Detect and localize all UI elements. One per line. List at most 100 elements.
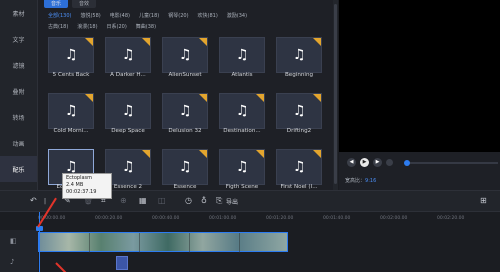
stop-button[interactable]	[386, 159, 393, 166]
music-note-icon: ♫	[122, 159, 135, 175]
timeline-tick-label: 00:02:00.00	[380, 216, 408, 221]
track-title: Deep Space	[111, 128, 145, 134]
tooltip-title: Ectoplasm	[66, 175, 93, 181]
category-happy[interactable]: 欢快(81)	[198, 12, 218, 19]
track-title: A Darker H...	[110, 72, 146, 78]
split-icon[interactable]: |	[44, 197, 46, 207]
sidebar-item-music[interactable]: 配乐	[0, 156, 37, 182]
music-note-icon: ♫	[236, 103, 249, 119]
category-dance[interactable]: 舞曲(38)	[136, 23, 156, 30]
sidebar-item-overlays[interactable]: 叠附	[0, 78, 37, 104]
category-filter-row-2: 古典(18) 浪漫(18) 日系(20) 舞曲(38)	[48, 23, 156, 30]
premium-badge-icon	[256, 94, 264, 102]
category-piano[interactable]: 钢琴(20)	[168, 12, 188, 19]
export-icon[interactable]: ⎘	[216, 196, 222, 206]
timeline-tick-label: 00:01:00.00	[209, 216, 237, 221]
sidebar-item-transitions[interactable]: 转场	[0, 104, 37, 130]
freeze-icon[interactable]: ◫	[158, 196, 166, 206]
video-track-icon[interactable]: ◧	[10, 237, 17, 245]
track-thumbnail[interactable]: ♫	[276, 149, 322, 185]
music-note-icon: ♫	[236, 47, 249, 63]
premium-badge-icon	[313, 38, 321, 46]
library-tabs: 音乐 音效	[44, 0, 97, 8]
music-note-icon: ♫	[293, 103, 306, 119]
aspect-ratio-caption: 宽高比：	[345, 178, 366, 184]
track-thumbnail[interactable]: ♫	[105, 37, 151, 73]
track-thumbnail[interactable]: ♫	[162, 149, 208, 185]
category-japanese[interactable]: 日系(20)	[107, 23, 127, 30]
export-button[interactable]: 导出	[226, 197, 238, 206]
track-thumbnail[interactable]: ♫	[162, 37, 208, 73]
track-thumbnail[interactable]: ♫	[276, 37, 322, 73]
track-thumbnail[interactable]: ♫	[276, 93, 322, 129]
track-title: 5 Cents Back	[52, 72, 90, 78]
audio-clip[interactable]	[116, 256, 128, 270]
track-title: Drifting2	[286, 128, 312, 134]
timeline-tick-label: 00:00:40.00	[152, 216, 180, 221]
premium-badge-icon	[85, 38, 93, 46]
category-classical[interactable]: 古典(18)	[48, 23, 68, 30]
library-scrollbar-thumb[interactable]	[334, 4, 337, 184]
duration-icon[interactable]: ◷	[185, 196, 192, 206]
play-button[interactable]: ▶	[360, 158, 369, 167]
category-movie[interactable]: 电影(48)	[110, 12, 130, 19]
video-track-header: ◧	[0, 230, 38, 254]
microphone-icon[interactable]: ♁	[201, 196, 207, 206]
track-thumbnail[interactable]: ♫	[48, 37, 94, 73]
preview-progress-track[interactable]	[405, 162, 498, 164]
video-editor-window: 素材 文字 滤镜 叠附 转场 动画 配乐 音乐 音效 全部(130) 悠悦(58…	[0, 0, 500, 272]
track-thumbnail[interactable]: ♫	[48, 93, 94, 129]
track-thumbnail[interactable]: ♫	[105, 93, 151, 129]
video-preview	[339, 0, 500, 152]
music-note-icon: ♫	[65, 103, 78, 119]
category-relaxing[interactable]: 悠悦(58)	[80, 12, 100, 19]
premium-badge-icon	[313, 150, 321, 158]
track-tooltip: Ectoplasm 2.4 MB 00:02:37.19	[62, 173, 112, 199]
premium-badge-icon	[256, 150, 264, 158]
undo-icon[interactable]: ↶	[30, 196, 37, 206]
zoom-slider-icon[interactable]: ⊞	[480, 196, 487, 206]
music-note-icon: ♫	[65, 159, 78, 175]
aspect-ratio-value[interactable]: 9:16	[365, 178, 376, 184]
previous-frame-button[interactable]: ◀	[347, 158, 356, 167]
sidebar-item-filters[interactable]: 滤镜	[0, 52, 37, 78]
preview-progress-knob[interactable]	[403, 160, 410, 166]
track-thumbnail[interactable]: ♫	[219, 93, 265, 129]
preview-controls: ◀ ▶ ▶ 宽高比：9:16	[339, 152, 500, 190]
tab-sound-effects[interactable]: 音效	[72, 0, 97, 8]
clip-frame-divider	[139, 233, 140, 253]
sidebar-item-media[interactable]: 素材	[0, 0, 37, 26]
premium-badge-icon	[199, 94, 207, 102]
category-all[interactable]: 全部(130)	[48, 12, 71, 19]
sidebar-item-animations[interactable]: 动画	[0, 130, 37, 156]
category-romantic[interactable]: 浪漫(18)	[77, 23, 97, 30]
video-clip[interactable]	[38, 232, 288, 253]
music-library-panel: 音乐 音效 全部(130) 悠悦(58) 电影(48) 儿童(18) 钢琴(20…	[38, 0, 338, 190]
mosaic-icon[interactable]: ▦	[139, 196, 147, 206]
audio-track-icon[interactable]: ♪	[10, 258, 14, 266]
track-title: Cold Morni...	[53, 128, 89, 134]
track-thumbnail[interactable]: ♫	[162, 93, 208, 129]
tab-music[interactable]: 音乐	[44, 0, 69, 8]
music-note-icon: ♫	[65, 47, 78, 63]
zoom-icon[interactable]: ⊕	[120, 196, 127, 206]
category-inspiring[interactable]: 激励(34)	[227, 12, 247, 19]
next-frame-button[interactable]: ▶	[373, 158, 382, 167]
track-title: Delusion 32	[168, 128, 202, 134]
track-thumbnail[interactable]: ♫	[219, 149, 265, 185]
track-title: Beginning	[284, 72, 314, 78]
timeline-tick-label: 00:01:40.00	[323, 216, 351, 221]
aspect-ratio-label: 宽高比：9:16	[345, 177, 376, 184]
track-thumbnail[interactable]: ♫	[219, 37, 265, 73]
sidebar-item-text[interactable]: 文字	[0, 26, 37, 52]
premium-badge-icon	[142, 150, 150, 158]
clip-frame-divider	[89, 233, 90, 253]
category-kids[interactable]: 儿童(18)	[139, 12, 159, 19]
clip-frame-divider	[189, 233, 190, 253]
category-filter-row-1: 全部(130) 悠悦(58) 电影(48) 儿童(18) 钢琴(20) 欢快(8…	[48, 12, 247, 19]
music-note-icon: ♫	[179, 159, 192, 175]
timeline-ruler[interactable]: 00:00:00.00 00:00:20.00 00:00:40.00 00:01:0…	[0, 212, 500, 226]
timeline-tick-label: 00:01:20.00	[266, 216, 294, 221]
premium-badge-icon	[142, 38, 150, 46]
music-note-icon: ♫	[122, 103, 135, 119]
